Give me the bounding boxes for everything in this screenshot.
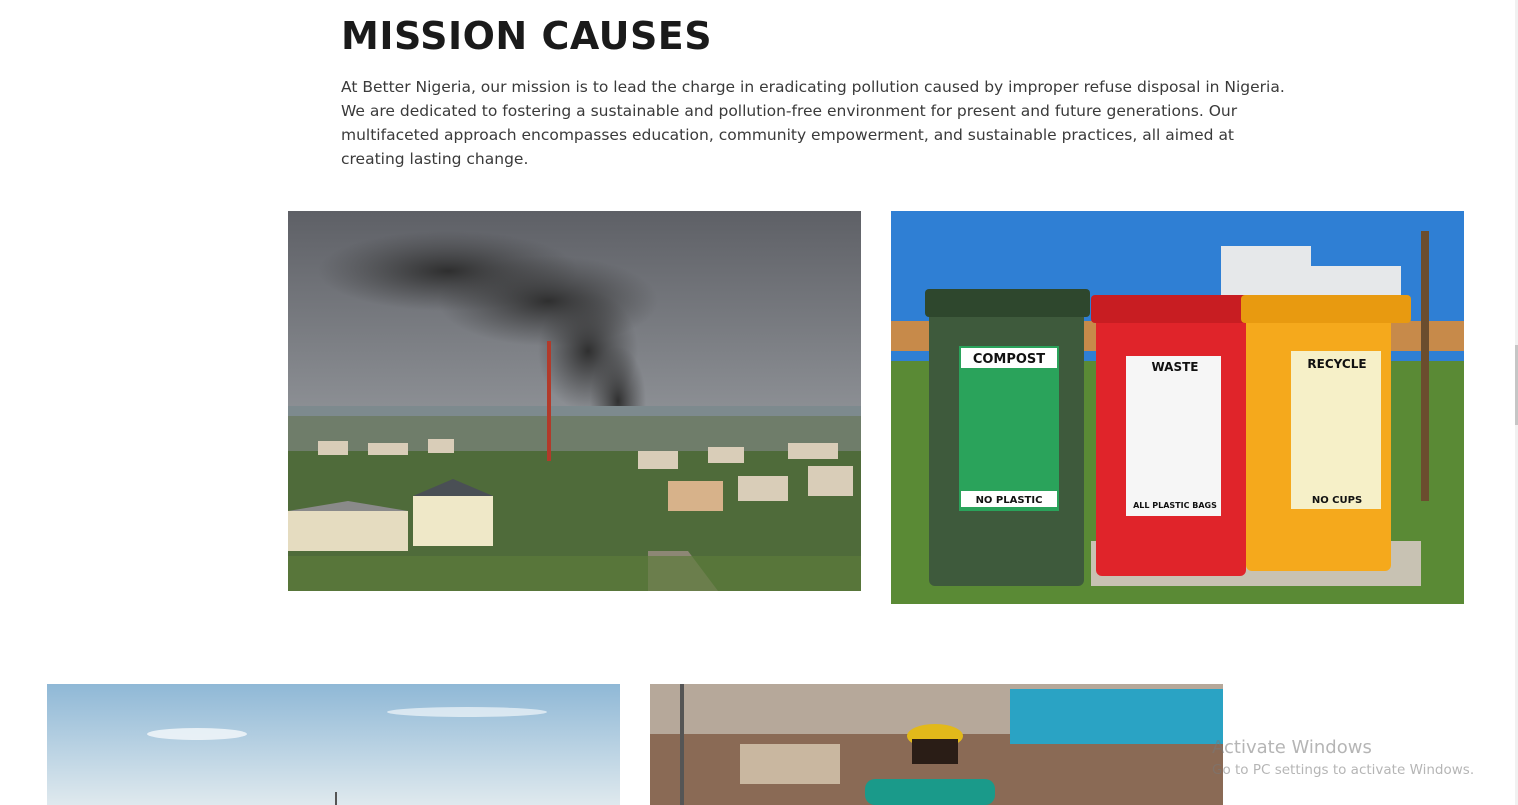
svg-text:NO PLASTIC: NO PLASTIC: [976, 495, 1043, 506]
svg-text:NO CUPS: NO CUPS: [1312, 495, 1362, 506]
svg-text:WASTE: WASTE: [1151, 360, 1198, 374]
svg-text:RECYCLE: RECYCLE: [1307, 357, 1366, 371]
recycle-bin: RECYCLE NO CUPS: [1241, 295, 1411, 571]
watermark-subtitle: Go to PC settings to activate Windows.: [1212, 762, 1475, 778]
mission-description: At Better Nigeria, our mission is to lea…: [341, 78, 1285, 168]
road-sky-image: [47, 684, 620, 805]
recycling-bins-image: COMPOST NO PLASTIC WASTE ALL PLASTIC BAG…: [891, 211, 1464, 604]
svg-text:COMPOST: COMPOST: [973, 352, 1045, 367]
watermark-title: Activate Windows: [1212, 737, 1372, 758]
waste-bin: WASTE ALL PLASTIC BAGS: [1091, 295, 1251, 576]
svg-text:ALL PLASTIC BAGS: ALL PLASTIC BAGS: [1133, 501, 1217, 510]
compost-bin: COMPOST NO PLASTIC: [925, 289, 1090, 586]
street-worker-image: [650, 684, 1223, 805]
windows-activation-watermark: Activate Windows Go to PC settings to ac…: [1212, 737, 1474, 778]
section-title: MISSION CAUSES: [341, 14, 713, 58]
city-smoke-image: [288, 211, 861, 591]
